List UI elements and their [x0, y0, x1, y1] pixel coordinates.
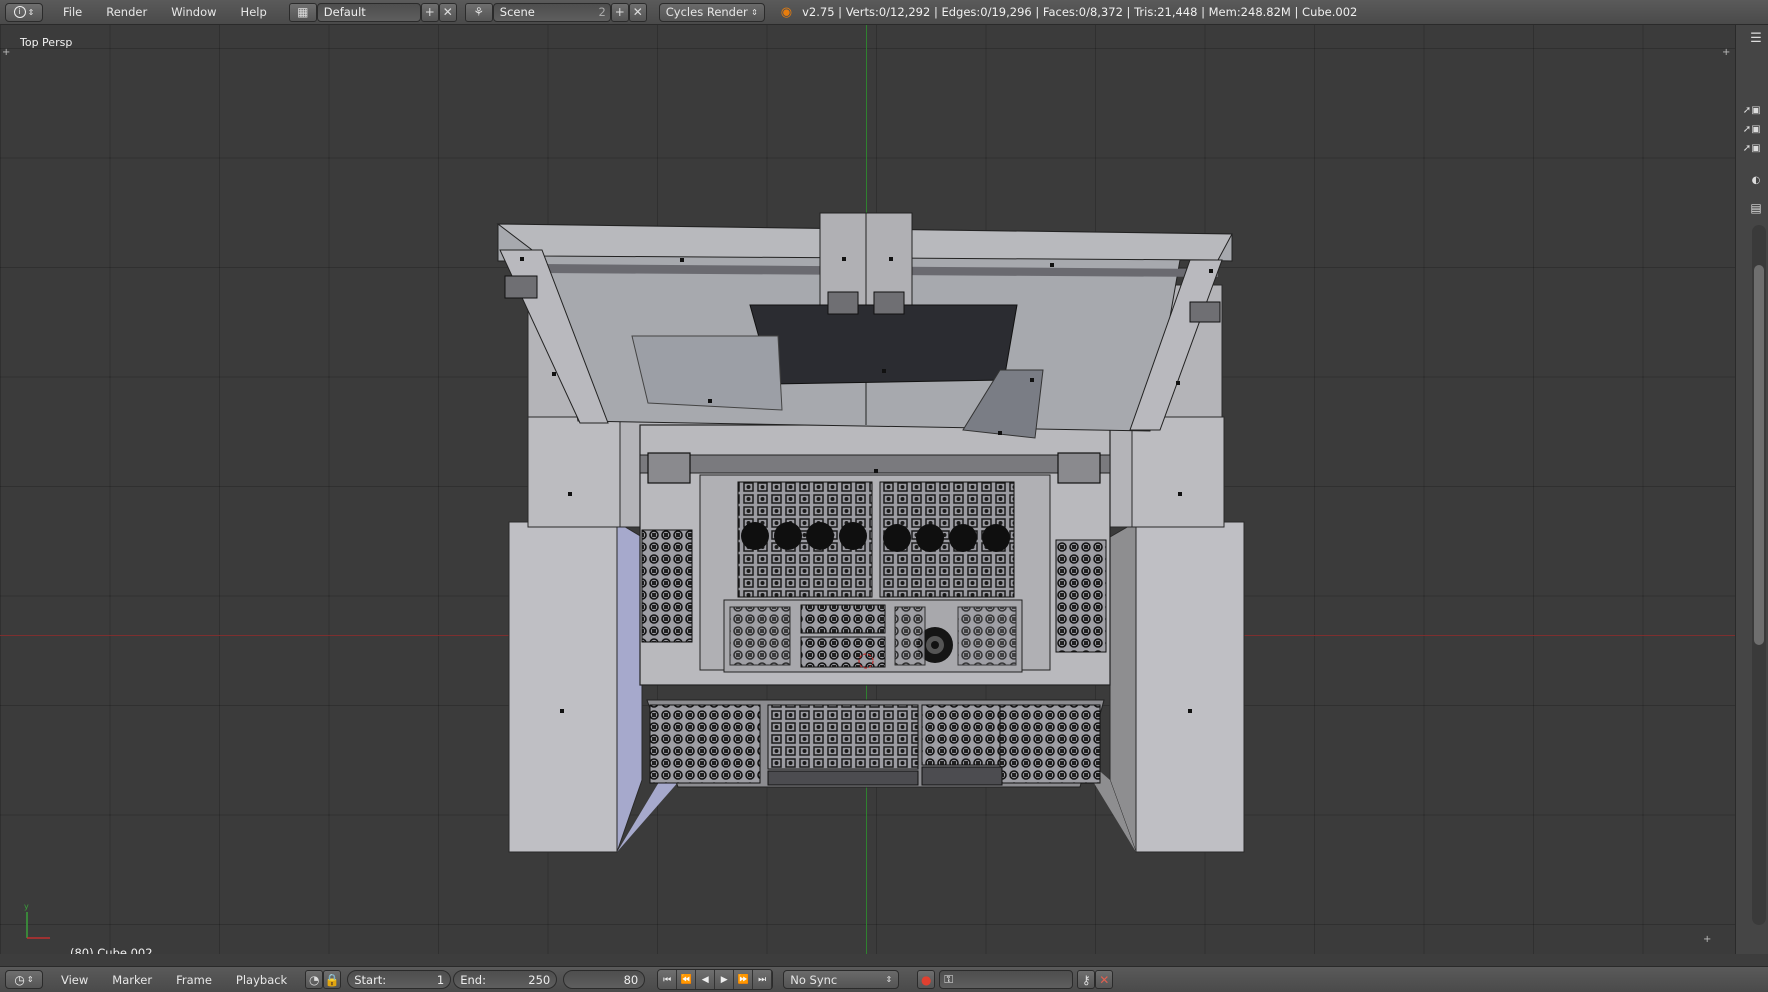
timeline-editor-type-button[interactable]: ◷ ⇕ — [5, 970, 43, 989]
jump-end-icon[interactable]: ⏭ — [753, 970, 773, 989]
plus-icon: + — [614, 5, 625, 19]
render-engine-label: Cycles Render — [665, 5, 748, 19]
screen-layout-field[interactable]: Default — [316, 2, 421, 22]
sync-mode-label: No Sync — [790, 972, 838, 987]
insert-keyframe-button[interactable]: ⚷ — [1077, 970, 1096, 989]
chevron-updown-icon: ⇕ — [27, 7, 35, 17]
clock-icon: ◷ — [14, 972, 25, 987]
camera-icon[interactable]: ▣ — [1748, 105, 1764, 119]
scene-field[interactable]: Scene 2 — [492, 2, 611, 22]
end-frame-field[interactable]: End: 250 — [453, 970, 558, 989]
info-header: i ⇕ File Render Window Help ▦ Default + … — [0, 0, 1768, 25]
key-icon: ⚿ — [944, 972, 953, 986]
cockpit-model[interactable] — [0, 25, 1735, 954]
keying-set-field[interactable]: ⚿ — [939, 970, 1074, 989]
layout-grid-icon: ▦ — [297, 5, 309, 19]
lock-button[interactable]: 🔒 — [323, 970, 342, 989]
prev-keyframe-icon[interactable]: ⏪ — [677, 970, 697, 989]
remove-scene-button[interactable]: ✕ — [628, 2, 647, 22]
scene-name: Scene — [499, 5, 535, 19]
jump-start-icon[interactable]: ⏮ — [658, 970, 678, 989]
timeline-menu: View Marker Frame Playback — [49, 973, 299, 987]
properties-icon[interactable]: ▤ — [1748, 201, 1764, 215]
3d-viewport[interactable]: Top Persp + + + y (80) Cube.002 — [0, 25, 1735, 954]
axis-gizmo: y — [24, 902, 50, 939]
playback-controls: ⏮ ⏪ ◀ ▶ ⏩ ⏭ — [657, 969, 774, 990]
toggle-icon[interactable]: ◐ — [1748, 175, 1764, 189]
camera-icon[interactable]: ▣ — [1748, 124, 1764, 138]
info-icon: i — [13, 6, 26, 18]
scene-icon: ⚘ — [473, 5, 485, 19]
active-object-info: (80) Cube.002 — [70, 946, 153, 954]
editor-type-button[interactable]: i ⇕ — [5, 2, 43, 22]
scene-users-count: 2 — [598, 5, 606, 19]
blender-logo-icon: ◉ — [780, 4, 793, 20]
end-frame-value: 250 — [528, 972, 551, 987]
menu-render[interactable]: Render — [94, 5, 159, 19]
next-keyframe-icon[interactable]: ⏩ — [734, 970, 754, 989]
plus-icon: + — [424, 5, 435, 19]
scrollbar-thumb[interactable] — [1754, 265, 1764, 645]
chevron-updown-icon: ⇕ — [751, 7, 758, 17]
menu-window[interactable]: Window — [159, 5, 228, 19]
camera-icon[interactable]: ▣ — [1748, 143, 1764, 157]
play-icon[interactable]: ▶ — [715, 970, 735, 989]
chevron-updown-icon: ⇕ — [885, 975, 893, 984]
properties-strip: ☰ ➚ ▣ ➚ ▣ ➚ ▣ ◐ ▤ — [1735, 25, 1768, 954]
current-frame-value: 80 — [623, 972, 639, 987]
add-scene-button[interactable]: + — [610, 2, 629, 22]
start-frame-value: 1 — [436, 972, 445, 987]
menu-help[interactable]: Help — [229, 5, 279, 19]
main-menu: File Render Window Help — [51, 5, 279, 19]
end-frame-label: End: — [460, 972, 486, 987]
chevron-updown-icon: ⇕ — [26, 975, 34, 984]
start-frame-field[interactable]: Start: 1 — [347, 970, 452, 989]
menu-file[interactable]: File — [51, 5, 94, 19]
key-delete-icon: ✕ — [1099, 972, 1110, 987]
screen-layout-browse-button[interactable]: ▦ — [288, 2, 317, 22]
menu-playback[interactable]: Playback — [224, 973, 299, 987]
key-insert-icon: ⚷ — [1081, 972, 1091, 987]
play-reverse-icon[interactable]: ◀ — [696, 970, 716, 989]
render-engine-select[interactable]: Cycles Render ⇕ — [658, 2, 765, 22]
axis-gizmo-y-label: y — [24, 902, 29, 911]
scene-statistics: v2.75 | Verts:0/12,292 | Edges:0/19,296 … — [802, 5, 1358, 19]
current-frame-field[interactable]: 80 — [563, 970, 646, 989]
lock-icon: 🔒 — [324, 972, 340, 987]
remove-layout-button[interactable]: ✕ — [438, 2, 457, 22]
menu-marker[interactable]: Marker — [100, 973, 164, 987]
layout-name: Default — [323, 5, 366, 19]
delete-keyframe-button[interactable]: ✕ — [1095, 970, 1114, 989]
outliner-icon[interactable]: ☰ — [1748, 31, 1764, 46]
preview-range-button[interactable]: ◔ — [305, 970, 324, 989]
timeline-header: ◷ ⇕ View Marker Frame Playback ◔ 🔒 Start… — [0, 966, 1768, 992]
clock-icon: ◔ — [308, 972, 320, 987]
record-button[interactable]: ● — [917, 970, 936, 989]
sync-mode-select[interactable]: No Sync ⇕ — [783, 970, 900, 989]
start-frame-label: Start: — [354, 972, 387, 987]
close-icon: ✕ — [442, 5, 453, 19]
record-icon: ● — [920, 972, 932, 987]
add-layout-button[interactable]: + — [420, 2, 439, 22]
close-icon: ✕ — [632, 5, 643, 19]
menu-frame[interactable]: Frame — [164, 973, 224, 987]
menu-view[interactable]: View — [49, 973, 100, 987]
scene-browse-button[interactable]: ⚘ — [464, 2, 493, 22]
